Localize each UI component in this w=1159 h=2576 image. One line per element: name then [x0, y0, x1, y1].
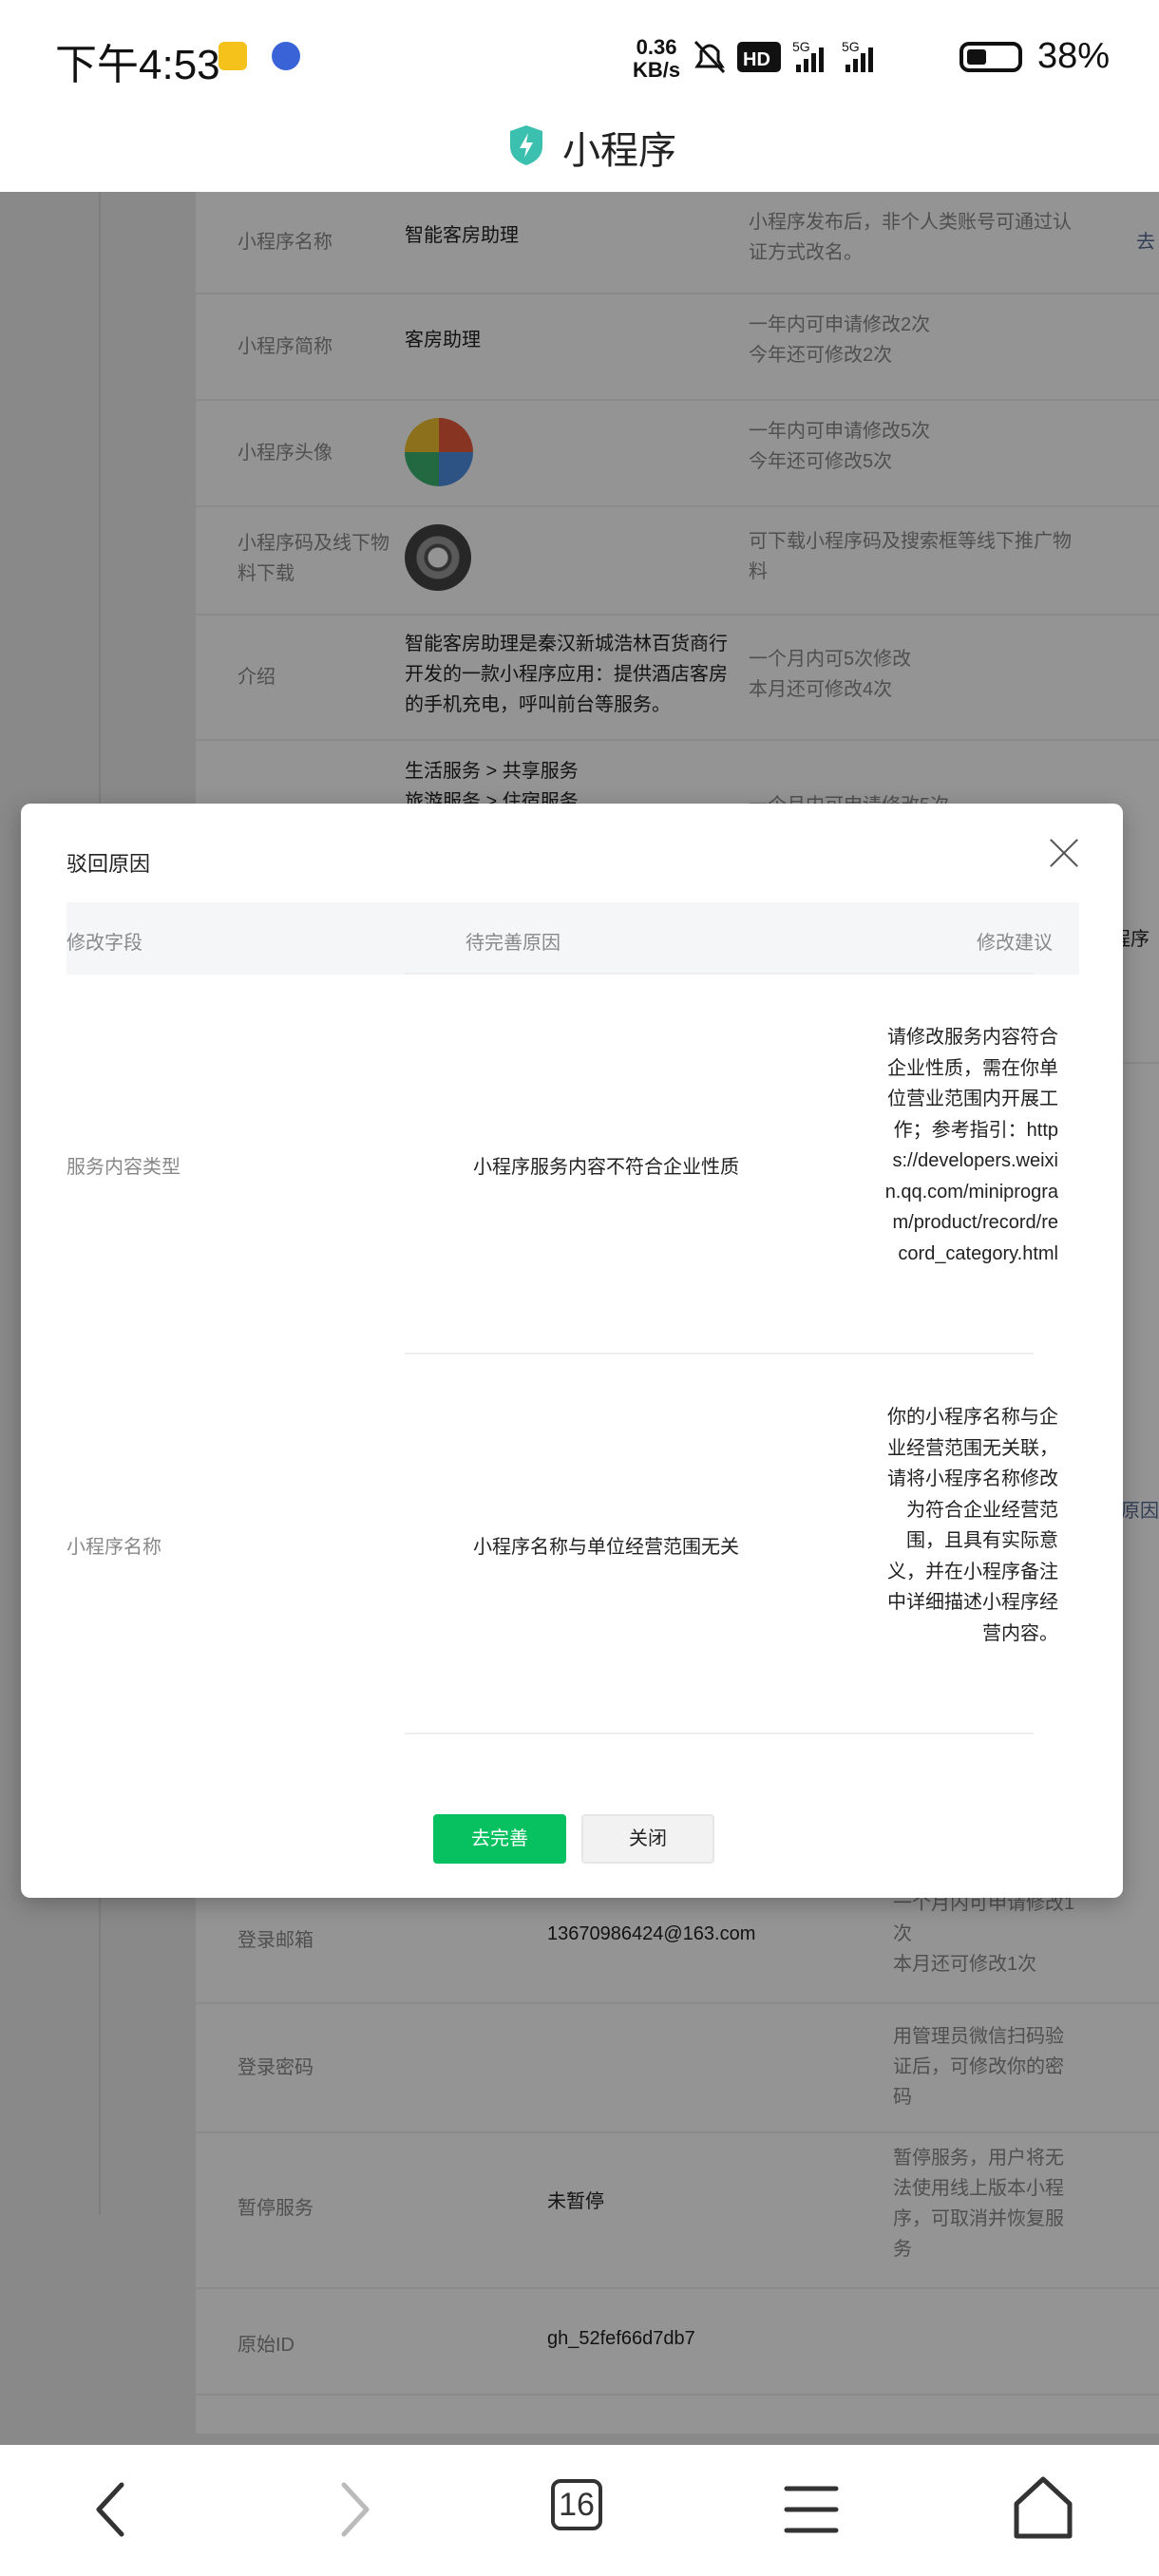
table-header: 修改字段 待完善原因 修改建议 — [66, 902, 1079, 975]
dialog-title: 驳回原因 — [66, 852, 151, 876]
home-icon[interactable] — [1005, 2472, 1081, 2548]
notification-app-icon — [218, 42, 247, 70]
mute-icon — [694, 40, 726, 74]
back-icon[interactable] — [76, 2472, 152, 2548]
signal-5g-icon: 5G — [792, 39, 824, 72]
tabs-count-button[interactable]: 16 — [551, 2479, 602, 2530]
reject-reason-dialog: 驳回原因 修改字段 待完善原因 修改建议 服务内容类型 小程序服务内容不符合企业… — [21, 804, 1123, 1898]
table-row: 小程序名称 小程序名称与单位经营范围无关 你的小程序名称与企业经营范围无关联，请… — [66, 1407, 1058, 1644]
hd-icon: HD — [737, 42, 781, 72]
svg-text:5G: 5G — [842, 39, 860, 54]
network-speed: 0.36 KB/s — [633, 35, 681, 82]
browser-nav-bar: 16 — [0, 2445, 1159, 2576]
status-bar: 下午4:53 0.36 KB/s HD 5G 5G 38% — [0, 0, 1159, 104]
table-row: 服务内容类型 小程序服务内容不符合企业性质 请修改服务内容符合企业性质，需在你单… — [66, 1027, 1058, 1264]
status-icons: HD 5G 5G — [694, 39, 873, 74]
column-field: 修改字段 — [66, 933, 142, 954]
forward-icon[interactable] — [314, 2472, 390, 2548]
title-bar: 小程序 — [0, 104, 1159, 192]
column-reason: 待完善原因 — [466, 933, 560, 954]
battery-icon — [960, 42, 1022, 72]
close-icon[interactable] — [1047, 836, 1081, 870]
close-button[interactable]: 关闭 — [581, 1814, 714, 1864]
page-title: 小程序 — [562, 130, 676, 172]
menu-icon[interactable] — [773, 2472, 849, 2548]
signal-5g-icon: 5G — [842, 39, 873, 72]
notification-chat-icon — [272, 42, 300, 70]
battery-percent: 38% — [1037, 36, 1111, 76]
column-suggestion: 修改建议 — [977, 933, 1053, 954]
status-time: 下午4:53 — [55, 42, 220, 88]
svg-text:5G: 5G — [792, 39, 810, 54]
go-improve-button[interactable]: 去完善 — [433, 1814, 566, 1864]
miniprogram-shield-icon — [510, 125, 542, 165]
svg-text:HD: HD — [743, 49, 770, 70]
row-divider — [405, 1733, 1034, 1734]
